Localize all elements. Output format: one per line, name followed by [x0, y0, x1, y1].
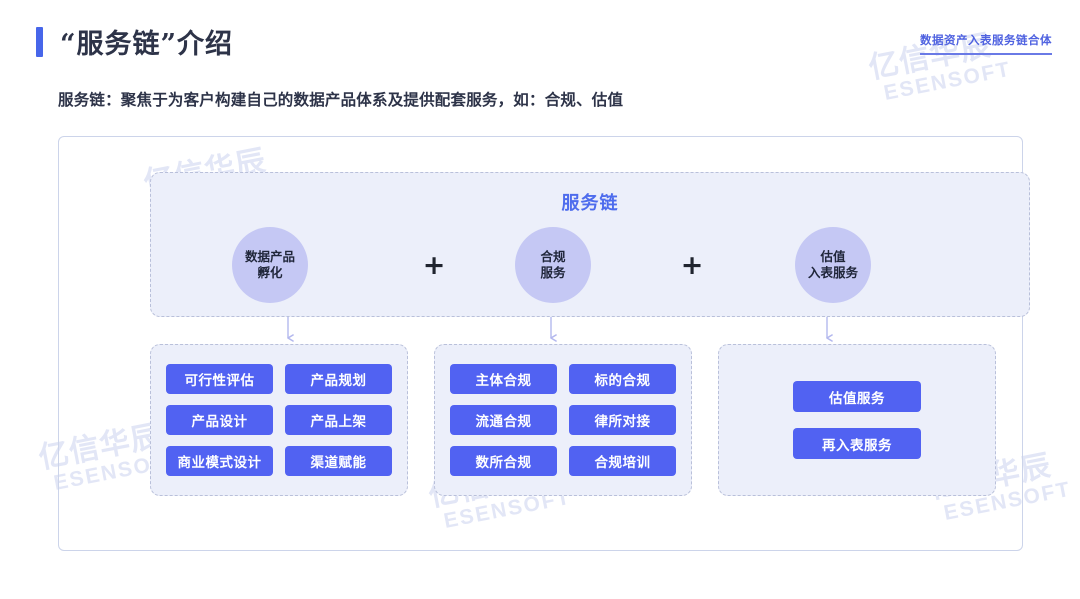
page-title: “服务链”介绍	[60, 29, 234, 60]
service-chain-region: 服务链 数据产品 孵化 + 合规 服务 + 估值 入表服务	[150, 172, 1030, 317]
chip-item[interactable]: 律所对接	[569, 405, 676, 435]
chip-item[interactable]: 再入表服务	[793, 428, 921, 459]
chip-grid: 可行性评估 产品规划 产品设计 产品上架 商业模式设计 渠道赋能	[151, 364, 407, 476]
corner-tag-underline	[920, 53, 1052, 55]
circle-slot: 估值 入表服务	[757, 227, 909, 303]
service-chain-label: 服务链	[561, 193, 619, 214]
page-header: “服务链”介绍 数据资产入表服务链合体	[0, 0, 1080, 80]
group-box-compliance: 主体合规 标的合规 流通合规 律所对接 数所合规 合规培训	[434, 344, 692, 496]
chip-item[interactable]: 数所合规	[450, 446, 557, 476]
chip-item[interactable]: 商业模式设计	[166, 446, 273, 476]
chip-item[interactable]: 可行性评估	[166, 364, 273, 394]
chip-item[interactable]: 产品设计	[166, 405, 273, 435]
circle-slot: 合规 服务	[479, 227, 627, 303]
circle-row: 数据产品 孵化 + 合规 服务 + 估值 入表服务	[151, 227, 1029, 303]
chip-item[interactable]: 估值服务	[793, 381, 921, 412]
plus-icon: +	[422, 249, 446, 281]
circle-slot: 数据产品 孵化	[151, 227, 389, 303]
plus-slot: +	[627, 252, 757, 279]
chip-grid: 主体合规 标的合规 流通合规 律所对接 数所合规 合规培训	[435, 364, 691, 476]
title-row: “服务链”介绍	[36, 22, 233, 61]
chip-item[interactable]: 标的合规	[569, 364, 676, 394]
group-box-data-product: 可行性评估 产品规划 产品设计 产品上架 商业模式设计 渠道赋能	[150, 344, 408, 496]
chip-grid: 估值服务 再入表服务	[719, 381, 995, 459]
node-circle-line2: 入表服务	[807, 265, 858, 280]
node-circle-line1: 估值	[820, 249, 846, 265]
node-circle-line2: 孵化	[257, 265, 283, 280]
plus-icon: +	[680, 249, 704, 281]
chip-item[interactable]: 主体合规	[450, 364, 557, 394]
node-circle-line1: 数据产品	[244, 249, 295, 265]
chip-item[interactable]: 产品上架	[285, 405, 392, 435]
corner-tag: 数据资产入表服务链合体	[920, 32, 1052, 55]
group-boxes: 可行性评估 产品规划 产品设计 产品上架 商业模式设计 渠道赋能 主体合规 标的…	[150, 344, 1030, 496]
plus-slot: +	[389, 252, 479, 279]
node-circle-line2: 服务	[540, 265, 566, 280]
title-accent-bar	[36, 26, 43, 57]
node-circle-valuation-listing-service[interactable]: 估值 入表服务	[795, 227, 871, 303]
node-circle-line1: 合规	[540, 249, 566, 265]
chip-item[interactable]: 流通合规	[450, 405, 557, 435]
node-circle-data-product-incubation[interactable]: 数据产品 孵化	[232, 227, 308, 303]
chip-item[interactable]: 产品规划	[285, 364, 392, 394]
corner-tag-label: 数据资产入表服务链合体	[920, 35, 1052, 47]
chip-item[interactable]: 渠道赋能	[285, 446, 392, 476]
subtitle: 服务链：聚焦于为客户构建自己的数据产品体系及提供配套服务，如：合规、估值	[58, 91, 624, 109]
group-box-valuation: 估值服务 再入表服务	[718, 344, 996, 496]
chip-item[interactable]: 合规培训	[569, 446, 676, 476]
node-circle-compliance-service[interactable]: 合规 服务	[515, 227, 591, 303]
